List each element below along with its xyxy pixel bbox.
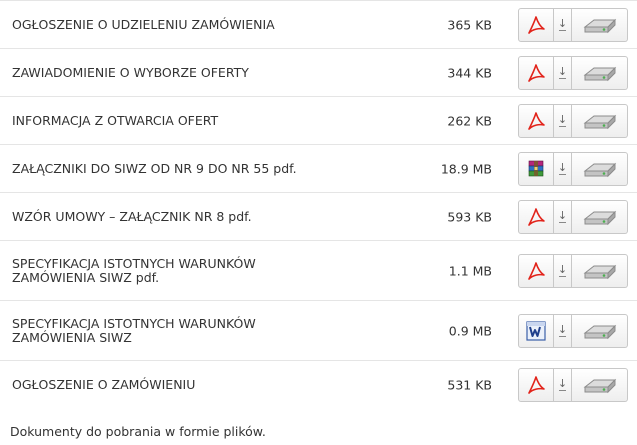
file-row: ZAWIADOMIENIE O WYBORZE OFERTY 344 KB ↓ — [0, 48, 637, 96]
save-to-drive-button[interactable] — [572, 55, 628, 90]
file-row: INFORMACJA Z OTWARCIA OFERT 262 KB ↓ — [0, 96, 637, 144]
save-to-drive-button[interactable] — [572, 253, 628, 288]
download-button[interactable]: ↓ — [554, 103, 572, 138]
download-arrow-icon: ↓ — [557, 17, 568, 31]
file-actions: ↓ — [518, 103, 628, 138]
file-list: OGŁOSZENIE O UDZIELENIU ZAMÓWIENIA 365 K… — [0, 0, 637, 408]
file-row: SPECYFIKACJA ISTOTNYCH WARUNKÓW ZAMÓWIEN… — [0, 240, 637, 300]
save-to-drive-button[interactable] — [572, 313, 628, 348]
hard-drive-icon — [583, 66, 616, 81]
save-to-drive-button[interactable] — [572, 103, 628, 138]
footer-note: Dokumenty do pobrania w formie plików. — [10, 424, 266, 439]
file-actions: ↓ — [518, 55, 628, 90]
archive-icon — [528, 160, 544, 176]
file-name: ZAŁĄCZNIKI DO SIWZ OD NR 9 DO NR 55 pdf. — [12, 160, 297, 176]
open-file-button[interactable] — [518, 7, 554, 42]
save-to-drive-button[interactable] — [572, 7, 628, 42]
file-row: WZÓR UMOWY – ZAŁĄCZNIK NR 8 pdf. 593 KB … — [0, 192, 637, 240]
file-actions: ↓ — [518, 313, 628, 348]
open-file-button[interactable] — [518, 253, 554, 288]
file-name: ZAWIADOMIENIE O WYBORZE OFERTY — [12, 64, 249, 80]
hard-drive-icon — [583, 378, 616, 393]
file-row: SPECYFIKACJA ISTOTNYCH WARUNKÓW ZAMÓWIEN… — [0, 300, 637, 360]
download-button[interactable]: ↓ — [554, 313, 572, 348]
download-button[interactable]: ↓ — [554, 199, 572, 234]
hard-drive-icon — [583, 114, 616, 129]
open-file-button[interactable] — [518, 313, 554, 348]
pdf-icon — [528, 63, 545, 82]
file-actions: ↓ — [518, 253, 628, 288]
hard-drive-icon — [583, 264, 616, 279]
file-name: OGŁOSZENIE O ZAMÓWIENIU — [12, 376, 196, 392]
file-actions: ↓ — [518, 7, 628, 42]
file-name: SPECYFIKACJA ISTOTNYCH WARUNKÓW ZAMÓWIEN… — [12, 315, 256, 345]
download-arrow-icon: ↓ — [557, 377, 568, 391]
open-file-button[interactable] — [518, 103, 554, 138]
file-row: OGŁOSZENIE O ZAMÓWIENIU 531 KB ↓ — [0, 360, 637, 408]
download-button[interactable]: ↓ — [554, 253, 572, 288]
file-name: SPECYFIKACJA ISTOTNYCH WARUNKÓW ZAMÓWIEN… — [12, 255, 256, 285]
open-file-button[interactable] — [518, 55, 554, 90]
open-file-button[interactable] — [518, 199, 554, 234]
file-name: INFORMACJA Z OTWARCIA OFERT — [12, 112, 219, 128]
pdf-icon — [528, 261, 545, 280]
pdf-icon — [528, 15, 545, 34]
file-name: OGŁOSZENIE O UDZIELENIU ZAMÓWIENIA — [12, 16, 275, 32]
file-size: 262 KB — [447, 113, 492, 128]
file-size: 365 KB — [447, 17, 492, 32]
download-arrow-icon: ↓ — [557, 65, 568, 79]
download-arrow-icon: ↓ — [557, 263, 568, 277]
file-size: 344 KB — [447, 65, 492, 80]
file-actions: ↓ — [518, 367, 628, 402]
save-to-drive-button[interactable] — [572, 199, 628, 234]
hard-drive-icon — [583, 324, 616, 339]
download-arrow-icon: ↓ — [557, 161, 568, 175]
word-icon — [526, 320, 546, 341]
download-arrow-icon: ↓ — [557, 113, 568, 127]
download-button[interactable]: ↓ — [554, 367, 572, 402]
download-arrow-icon: ↓ — [557, 323, 568, 337]
file-name: WZÓR UMOWY – ZAŁĄCZNIK NR 8 pdf. — [12, 208, 252, 224]
file-size: 0.9 MB — [448, 323, 492, 338]
save-to-drive-button[interactable] — [572, 151, 628, 186]
download-button[interactable]: ↓ — [554, 55, 572, 90]
file-size: 593 KB — [447, 209, 492, 224]
file-row: ZAŁĄCZNIKI DO SIWZ OD NR 9 DO NR 55 pdf.… — [0, 144, 637, 192]
open-file-button[interactable] — [518, 367, 554, 402]
hard-drive-icon — [583, 210, 616, 225]
file-row: OGŁOSZENIE O UDZIELENIU ZAMÓWIENIA 365 K… — [0, 0, 637, 48]
download-button[interactable]: ↓ — [554, 151, 572, 186]
download-button[interactable]: ↓ — [554, 7, 572, 42]
file-size: 531 KB — [447, 377, 492, 392]
open-file-button[interactable] — [518, 151, 554, 186]
save-to-drive-button[interactable] — [572, 367, 628, 402]
pdf-icon — [528, 375, 545, 394]
pdf-icon — [528, 207, 545, 226]
hard-drive-icon — [583, 18, 616, 33]
file-actions: ↓ — [518, 151, 628, 186]
file-actions: ↓ — [518, 199, 628, 234]
download-arrow-icon: ↓ — [557, 209, 568, 223]
hard-drive-icon — [583, 162, 616, 177]
pdf-icon — [528, 111, 545, 130]
file-size: 1.1 MB — [448, 263, 492, 278]
file-size: 18.9 MB — [440, 161, 492, 176]
